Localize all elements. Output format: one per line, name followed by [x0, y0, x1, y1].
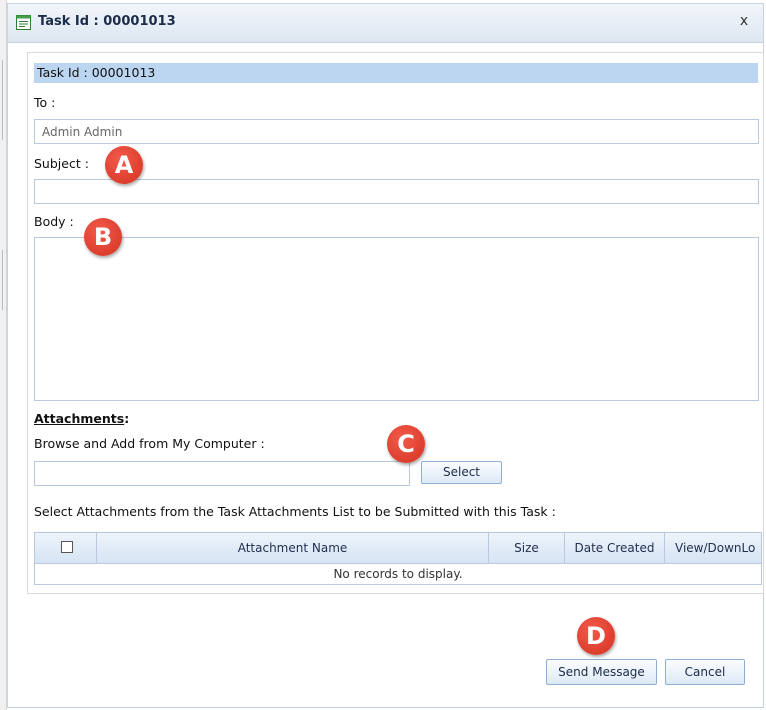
column-attachment-name[interactable]: Attachment Name — [97, 533, 489, 563]
background-window-edge — [0, 0, 7, 710]
edge-line — [2, 60, 3, 140]
to-field[interactable] — [34, 119, 759, 144]
task-dialog: Task Id : 00001013 x Task Id : 00001013 … — [7, 3, 764, 708]
column-size[interactable]: Size — [489, 533, 565, 563]
select-button[interactable]: Select — [421, 461, 502, 484]
select-attachments-label: Select Attachments from the Task Attachm… — [34, 504, 556, 519]
task-id-header: Task Id : 00001013 — [34, 63, 758, 83]
form-document-icon — [16, 15, 31, 30]
callout-marker-c: C — [387, 425, 425, 463]
subject-input[interactable] — [34, 179, 759, 204]
subject-label: Subject : — [34, 156, 89, 171]
callout-marker-a: A — [105, 146, 143, 184]
attachments-table-header: Attachment Name Size Date Created View/D… — [35, 533, 761, 564]
task-message-form: Task Id : 00001013 To : Subject : Body :… — [27, 52, 764, 594]
body-label: Body : — [34, 214, 74, 229]
dialog-titlebar: Task Id : 00001013 x — [8, 4, 763, 43]
attachments-table: Attachment Name Size Date Created View/D… — [34, 532, 762, 585]
empty-table-message: No records to display. — [333, 567, 463, 581]
attachments-heading-text: Attachments — [34, 411, 125, 426]
cancel-button[interactable]: Cancel — [665, 659, 745, 685]
dialog-title: Task Id : 00001013 — [38, 14, 176, 29]
attachments-heading: Attachments: — [34, 411, 129, 426]
close-icon[interactable]: x — [735, 12, 753, 30]
body-textarea[interactable] — [34, 237, 759, 401]
browse-file-input[interactable] — [34, 461, 410, 486]
callout-marker-b: B — [84, 218, 122, 256]
send-message-button[interactable]: Send Message — [546, 659, 657, 685]
edge-line — [2, 250, 3, 310]
browse-label: Browse and Add from My Computer : — [34, 436, 265, 451]
attachments-heading-colon: : — [124, 411, 130, 426]
checkbox-icon[interactable] — [61, 541, 73, 553]
to-label: To : — [34, 95, 56, 110]
callout-marker-d: D — [577, 617, 615, 655]
column-view-download[interactable]: View/DownLo — [665, 533, 761, 563]
select-all-cell — [35, 533, 97, 563]
column-date-created[interactable]: Date Created — [565, 533, 665, 563]
